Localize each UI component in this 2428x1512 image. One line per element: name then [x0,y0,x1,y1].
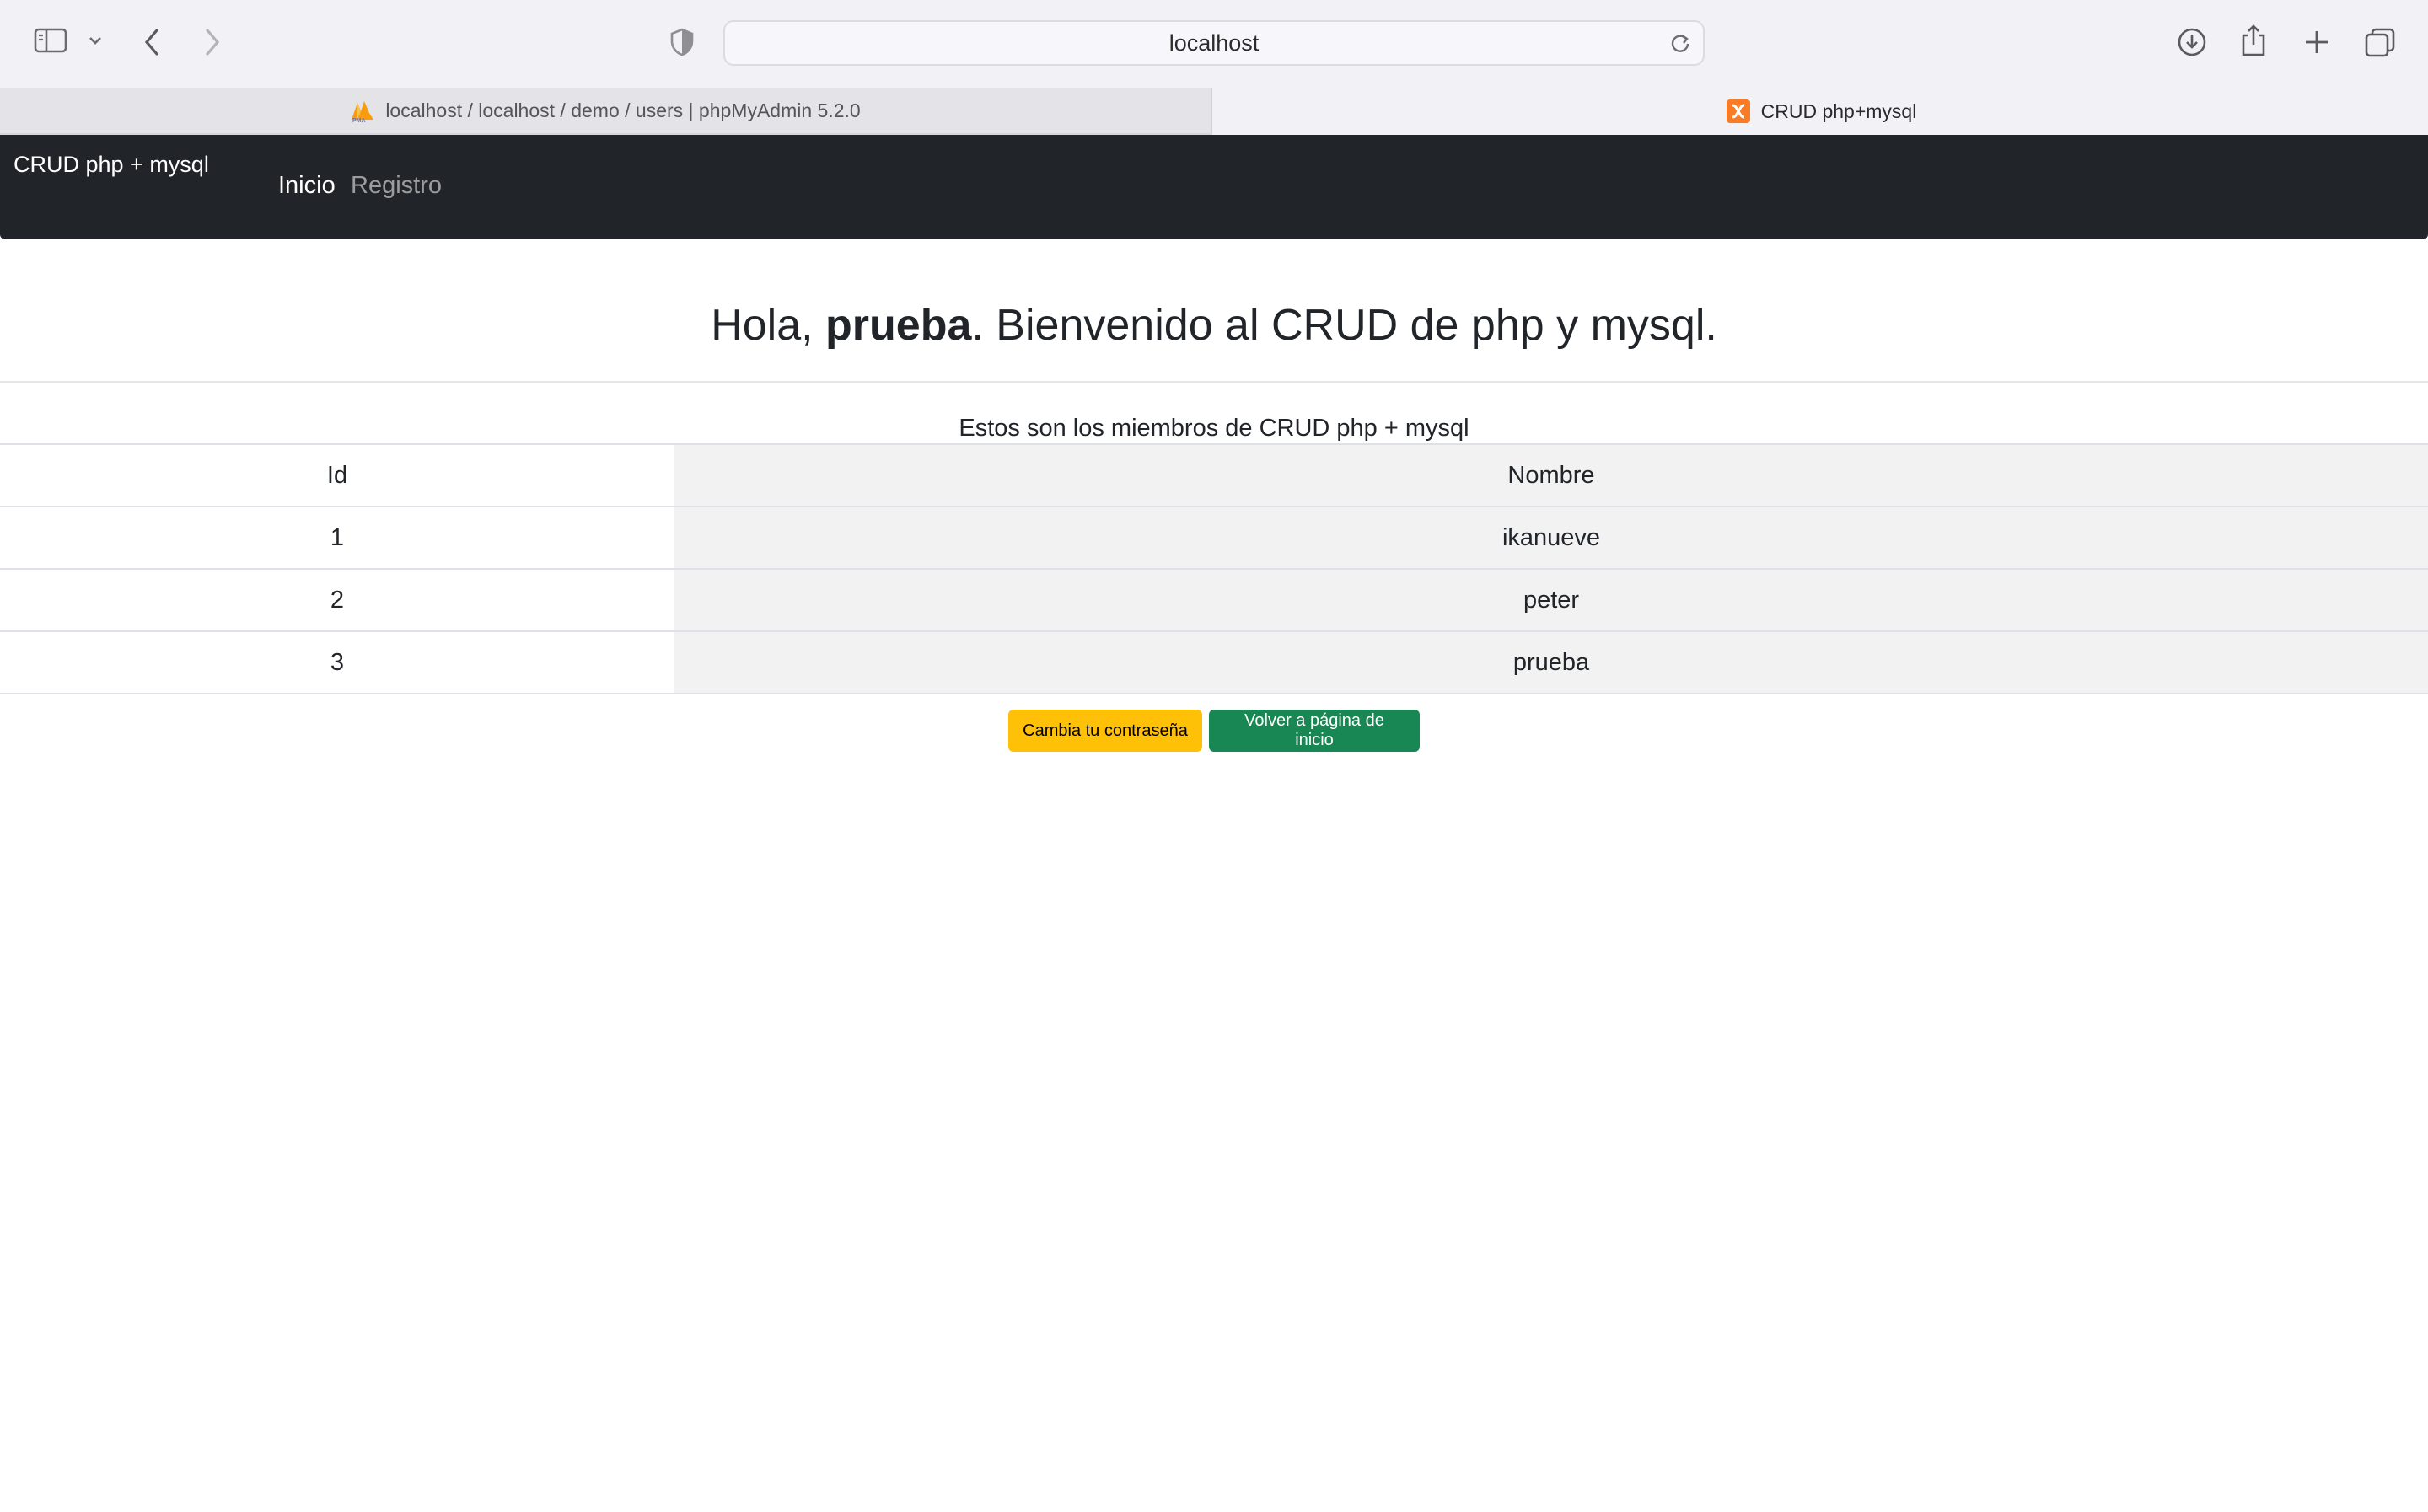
tab-title: localhost / localhost / demo / users | p… [385,99,861,121]
nav-link-registro[interactable]: Registro [351,172,442,200]
shield-icon[interactable] [669,27,695,57]
tab-strip: PMA localhost / localhost / demo / users… [0,88,2428,135]
back-home-button[interactable]: Volver a página de inicio [1209,710,1420,752]
address-bar[interactable]: localhost [723,20,1705,66]
xampp-icon [1726,99,1751,124]
heading-prefix: Hola, [711,301,826,350]
heading-suffix: . Bienvenido al CRUD de php y mysql. [971,301,1717,350]
forward-icon[interactable] [202,27,223,57]
table-header-row: Id Nombre [0,445,2428,507]
column-header-nombre: Nombre [674,445,2428,506]
welcome-heading: Hola, prueba. Bienvenido al CRUD de php … [0,300,2428,351]
new-tab-icon[interactable] [2303,29,2330,56]
sidebar-icon[interactable] [34,27,67,54]
download-icon[interactable] [2177,27,2207,57]
divider [0,381,2428,383]
nav-link-inicio[interactable]: Inicio [278,172,336,200]
change-password-button[interactable]: Cambia tu contraseña [1008,710,1202,752]
tab-title: CRUD php+mysql [1760,99,1917,122]
reload-icon[interactable] [1669,32,1691,58]
action-buttons: Cambia tu contraseña Volver a página de … [0,710,2428,752]
svg-text:PMA: PMA [352,118,366,123]
table-row: 2 peter [0,570,2428,632]
cell-id: 2 [0,570,674,630]
members-table: Id Nombre 1 ikanueve 2 peter 3 prueba [0,443,2428,694]
navbar-brand[interactable]: CRUD php + mysql [13,152,209,178]
cell-id: 1 [0,507,674,568]
cell-id: 3 [0,632,674,693]
column-header-id: Id [0,445,674,506]
browser-toolbar: localhost [0,0,2428,88]
cell-nombre: ikanueve [674,507,2428,568]
chevron-down-icon[interactable] [88,35,103,46]
navbar: CRUD php + mysql Inicio Registro [0,135,2428,239]
cell-nombre: prueba [674,632,2428,693]
heading-username: prueba [825,301,972,350]
table-row: 1 ikanueve [0,507,2428,570]
table-row: 3 prueba [0,632,2428,694]
tab-overview-icon[interactable] [2364,27,2396,59]
phpmyadmin-icon: PMA [350,98,375,124]
tab-crud[interactable]: CRUD php+mysql [1214,88,2428,135]
url-text[interactable]: localhost [725,22,1703,64]
share-icon[interactable] [2239,24,2268,57]
cell-nombre: peter [674,570,2428,630]
back-icon[interactable] [142,27,162,57]
tab-phpmyadmin[interactable]: PMA localhost / localhost / demo / users… [0,88,1212,135]
table-caption: Estos son los miembros de CRUD php + mys… [959,415,1469,442]
